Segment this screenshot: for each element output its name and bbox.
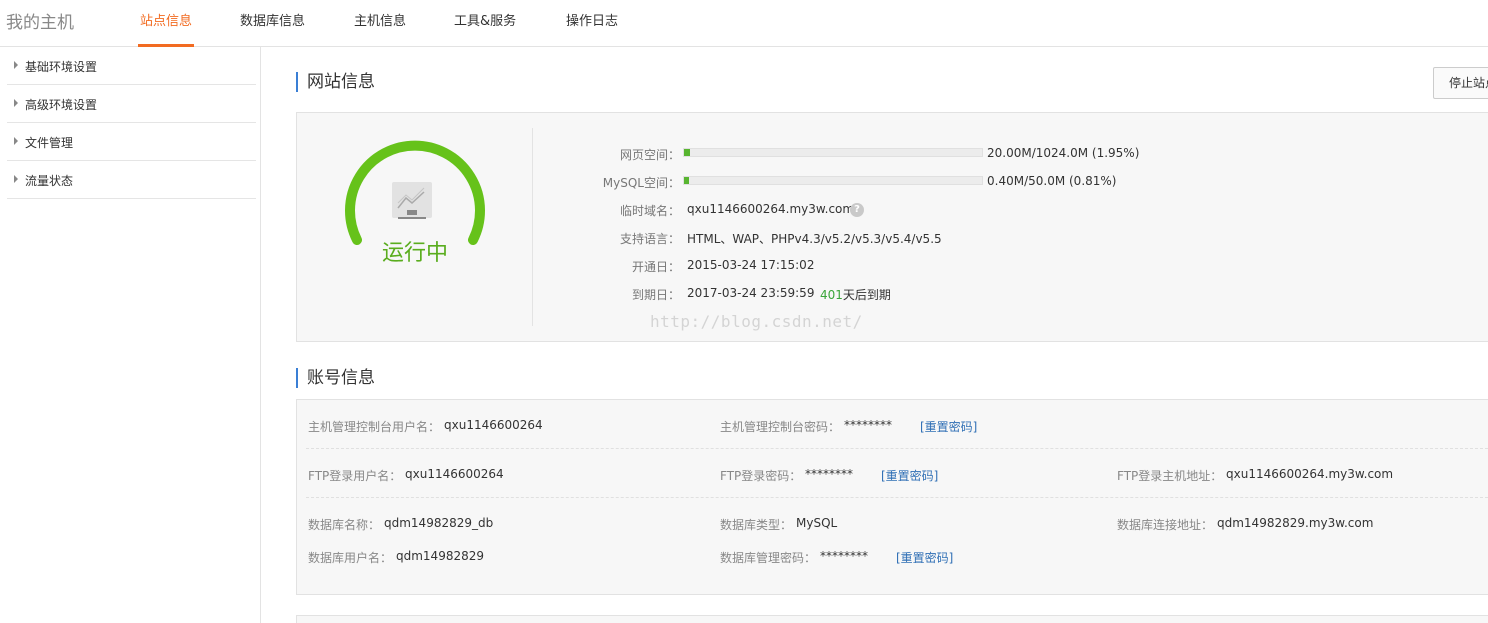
db-host-value: qdm14982829.my3w.com bbox=[1217, 516, 1374, 530]
divider bbox=[532, 128, 533, 326]
sidebar-item-advanced-env[interactable]: 高级环境设置 bbox=[7, 85, 256, 123]
console-pwd-label: 主机管理控制台密码： bbox=[720, 420, 841, 434]
status-text: 运行中 bbox=[381, 241, 448, 266]
temp-domain-value: qxu1146600264.my3w.com bbox=[687, 202, 855, 216]
sidebar-item-basic-env[interactable]: 基础环境设置 bbox=[7, 47, 256, 85]
site-info-title: 网站信息 bbox=[296, 72, 375, 92]
next-panel bbox=[296, 615, 1488, 623]
ftp-host-value: qxu1146600264.my3w.com bbox=[1226, 467, 1394, 481]
mysql-space-bar-fill bbox=[684, 177, 689, 184]
row-divider bbox=[306, 448, 1488, 449]
console-user-value: qxu1146600264 bbox=[444, 418, 543, 432]
web-space-label: 网页空间： bbox=[619, 148, 680, 162]
db-host-label: 数据库连接地址： bbox=[1117, 518, 1214, 532]
brand-title: 我的主机 bbox=[6, 13, 74, 33]
sidebar-item-label: 文件管理 bbox=[25, 136, 74, 150]
tab-host-info[interactable]: 主机信息 bbox=[354, 10, 406, 47]
open-date-value: 2015-03-24 17:15:02 bbox=[687, 258, 815, 272]
watermark: http://blog.csdn.net/ bbox=[650, 312, 863, 331]
sidebar-item-label: 高级环境设置 bbox=[25, 98, 98, 112]
caret-right-icon bbox=[14, 137, 18, 145]
languages-label: 支持语言： bbox=[619, 232, 680, 246]
tab-site-info[interactable]: 站点信息 bbox=[137, 10, 195, 47]
db-pwd-label: 数据库管理密码： bbox=[720, 551, 817, 565]
db-type-label: 数据库类型： bbox=[720, 518, 793, 532]
ftp-user-label: FTP登录用户名： bbox=[308, 469, 402, 483]
caret-right-icon bbox=[14, 175, 18, 183]
caret-right-icon bbox=[14, 99, 18, 107]
db-user-label: 数据库用户名： bbox=[308, 551, 393, 565]
help-icon[interactable]: ? bbox=[850, 203, 864, 217]
reset-console-pwd-link[interactable]: [重置密码] bbox=[920, 418, 977, 435]
reset-db-pwd-link[interactable]: [重置密码] bbox=[896, 549, 953, 566]
sidebar-item-file-manager[interactable]: 文件管理 bbox=[7, 123, 256, 161]
reset-ftp-pwd-link[interactable]: [重置密码] bbox=[881, 467, 938, 484]
monitor-icon bbox=[392, 182, 432, 219]
temp-domain-label: 临时域名： bbox=[619, 204, 680, 218]
row-divider bbox=[306, 497, 1488, 498]
tab-database-info[interactable]: 数据库信息 bbox=[240, 10, 305, 47]
db-name-label: 数据库名称： bbox=[308, 518, 381, 532]
console-pwd-value: ******** bbox=[844, 418, 892, 432]
web-space-value: 20.00M/1024.0M (1.95%) bbox=[987, 146, 1140, 160]
console-user-label: 主机管理控制台用户名： bbox=[308, 420, 441, 434]
db-user-value: qdm14982829 bbox=[396, 549, 485, 563]
ftp-pwd-value: ******** bbox=[805, 467, 853, 481]
days-remaining-number: 401 bbox=[820, 288, 843, 302]
languages-value: HTML、WAP、PHPv4.3/v5.2/v5.3/v5.4/v5.5 bbox=[687, 232, 942, 246]
mysql-space-value: 0.40M/50.0M (0.81%) bbox=[987, 174, 1117, 188]
open-date-label: 开通日： bbox=[631, 260, 680, 274]
days-remaining-suffix: 天后到期 bbox=[842, 288, 891, 302]
db-name-value: qdm14982829_db bbox=[384, 516, 494, 530]
web-space-bar-fill bbox=[684, 149, 690, 156]
tab-operation-log[interactable]: 操作日志 bbox=[566, 10, 618, 47]
mysql-space-bar bbox=[683, 176, 983, 185]
web-space-bar bbox=[683, 148, 983, 157]
sidebar-item-label: 流量状态 bbox=[25, 174, 74, 188]
mysql-space-label: MySQL空间： bbox=[602, 176, 680, 190]
sidebar-item-traffic-status[interactable]: 流量状态 bbox=[7, 161, 256, 199]
db-type-value: MySQL bbox=[796, 516, 838, 530]
caret-right-icon bbox=[14, 61, 18, 69]
expire-date-value: 2017-03-24 23:59:59 bbox=[687, 286, 815, 300]
ftp-pwd-label: FTP登录密码： bbox=[720, 469, 802, 483]
days-remaining: 401天后到期 bbox=[820, 286, 891, 303]
stop-site-button[interactable]: 停止站点 bbox=[1433, 67, 1488, 99]
account-info-title: 账号信息 bbox=[296, 368, 375, 388]
ftp-host-label: FTP登录主机地址： bbox=[1117, 469, 1223, 483]
ftp-user-value: qxu1146600264 bbox=[405, 467, 504, 481]
sidebar: 基础环境设置 高级环境设置 文件管理 流量状态 bbox=[0, 47, 261, 623]
expire-date-label: 到期日： bbox=[631, 288, 680, 302]
top-nav: 我的主机 站点信息 数据库信息 主机信息 工具&服务 操作日志 bbox=[0, 0, 1488, 47]
db-pwd-value: ******** bbox=[820, 549, 868, 563]
sidebar-item-label: 基础环境设置 bbox=[25, 60, 98, 74]
tab-tools-services[interactable]: 工具&服务 bbox=[454, 10, 516, 47]
